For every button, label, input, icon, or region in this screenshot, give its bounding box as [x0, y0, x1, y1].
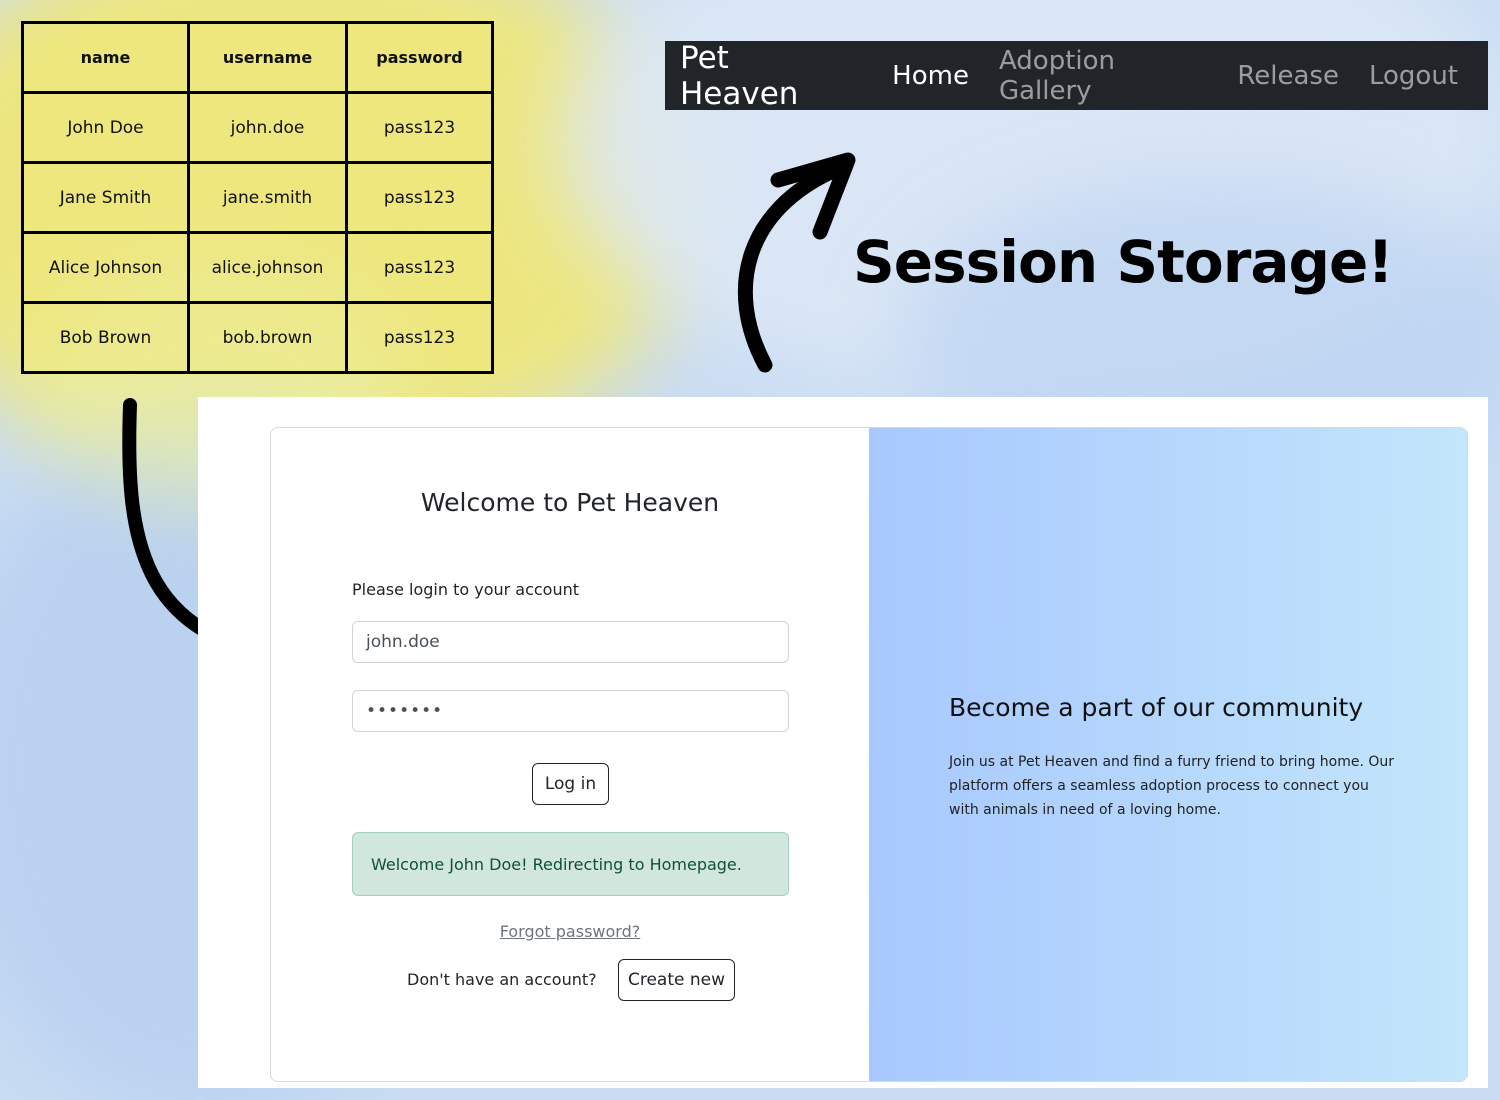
cell-name: Alice Johnson [21, 231, 190, 304]
cell-username: bob.brown [187, 301, 348, 374]
cell-password: pass123 [345, 161, 494, 234]
table-row: Jane Smith jane.smith pass123 [21, 161, 494, 234]
cell-name: John Doe [21, 91, 190, 164]
success-alert: Welcome John Doe! Redirecting to Homepag… [352, 832, 789, 896]
login-button[interactable]: Log in [532, 763, 609, 805]
cell-password: pass123 [345, 301, 494, 374]
column-header-password: password [345, 21, 494, 94]
session-storage-caption: Session Storage! [853, 228, 1394, 296]
navbar: Pet Heaven Home Adoption Gallery Release… [665, 40, 1488, 112]
login-subtitle: Please login to your account [352, 580, 580, 599]
login-form: Welcome to Pet Heaven Please login to yo… [271, 428, 869, 1081]
password-input[interactable]: ••••••• [352, 690, 789, 732]
community-panel: Become a part of our community Join us a… [869, 428, 1467, 1081]
cell-username: alice.johnson [187, 231, 348, 304]
cell-username: john.doe [187, 91, 348, 164]
username-input[interactable]: john.doe [352, 621, 789, 663]
login-screenshot: Welcome to Pet Heaven Please login to yo… [198, 397, 1488, 1088]
nav-link-home[interactable]: Home [892, 61, 969, 91]
curved-arrow-up-icon [738, 152, 856, 373]
forgot-password-link[interactable]: Forgot password? [271, 922, 869, 941]
table-header-row: name username password [21, 21, 494, 94]
users-table: name username password John Doe john.doe… [21, 21, 494, 374]
cell-name: Jane Smith [21, 161, 190, 234]
community-text: Join us at Pet Heaven and find a furry f… [949, 754, 1395, 818]
cell-password: pass123 [345, 231, 494, 304]
cell-password: pass123 [345, 91, 494, 164]
cell-name: Bob Brown [21, 301, 190, 374]
no-account-text: Don't have an account? [407, 970, 597, 989]
table-row: Bob Brown bob.brown pass123 [21, 301, 494, 374]
username-value: john.doe [366, 632, 440, 652]
table-row: Alice Johnson alice.johnson pass123 [21, 231, 494, 304]
nav-link-release[interactable]: Release [1237, 61, 1339, 91]
community-title: Become a part of our community [949, 693, 1364, 722]
brand-link[interactable]: Pet Heaven [680, 40, 850, 112]
nav-link-logout[interactable]: Logout [1369, 61, 1458, 91]
login-card: Welcome to Pet Heaven Please login to yo… [270, 427, 1468, 1082]
password-value: ••••••• [366, 701, 444, 721]
cell-username: jane.smith [187, 161, 348, 234]
nav-link-adoption-gallery[interactable]: Adoption Gallery [999, 46, 1207, 106]
column-header-username: username [187, 21, 348, 94]
login-title: Welcome to Pet Heaven [420, 488, 720, 517]
create-new-button[interactable]: Create new [618, 959, 735, 1001]
table-row: John Doe john.doe pass123 [21, 91, 494, 164]
column-header-name: name [21, 21, 190, 94]
